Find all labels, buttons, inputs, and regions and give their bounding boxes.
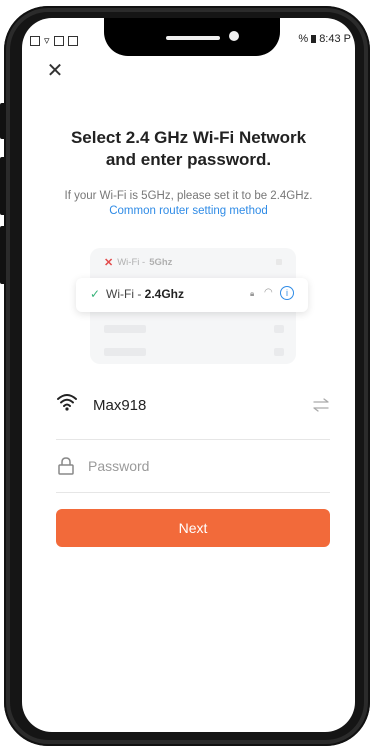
wifi-small-icon: ◠ (264, 287, 273, 298)
wifi-status-icon: ▿ (44, 35, 50, 47)
placeholder-bar (104, 348, 146, 356)
phone-notch (104, 18, 280, 56)
wifi-icon (57, 394, 77, 411)
app-screen (22, 18, 355, 732)
illustration-placeholder-icon (276, 259, 282, 265)
illustration-24ghz-prefix: Wi-Fi - (106, 287, 145, 301)
placeholder-bar (274, 325, 284, 333)
cross-icon: ✕ (104, 257, 114, 269)
divider (56, 492, 330, 493)
next-button[interactable]: Next (56, 509, 330, 547)
illustration-24ghz-band: 2.4Ghz (144, 287, 185, 301)
page-subtitle: If your Wi-Fi is 5GHz, please set it to … (64, 190, 313, 202)
status-time: 8:43 P (319, 33, 351, 45)
placeholder-bar (104, 325, 146, 333)
illustration-24ghz-card: ✓ Wi-Fi - 2.4Ghz 🔒︎ ◠ i (76, 278, 308, 312)
password-input[interactable] (88, 454, 318, 478)
speaker-grille (166, 36, 220, 40)
page-title-line2: and enter password. (105, 150, 272, 169)
illustration-5ghz-prefix: Wi-Fi - (117, 257, 146, 268)
wifi-name-field[interactable]: Max918 (93, 397, 146, 414)
page-title: Select 2.4 GHz Wi-Fi Network and enter p… (22, 127, 355, 171)
doc-icon (67, 35, 78, 46)
router-setting-link[interactable]: Common router setting method (22, 204, 355, 219)
page-title-line1: Select 2.4 GHz Wi-Fi Network (70, 128, 307, 147)
settings-icon (30, 35, 40, 46)
image-icon (53, 35, 64, 46)
lock-icon (58, 457, 74, 475)
divider (56, 439, 330, 440)
info-icon: i (280, 286, 294, 300)
close-icon[interactable]: ✕ (44, 60, 66, 82)
battery-icon (311, 35, 317, 43)
battery-percent: % (298, 33, 309, 45)
illustration-24ghz-label: Wi-Fi - 2.4Ghz (106, 287, 184, 301)
illustration-5ghz-band: 5Ghz (149, 257, 173, 268)
switch-network-icon[interactable] (312, 398, 330, 412)
illustration-5ghz-row: ✕ Wi-Fi - 5Ghz (104, 256, 172, 269)
check-icon: ✓ (90, 287, 101, 301)
status-bar-left: ▿ (30, 34, 78, 47)
front-camera (229, 31, 239, 41)
status-bar-right: % 8:43 P (298, 33, 351, 45)
placeholder-bar (274, 348, 284, 356)
lock-small-icon: 🔒︎ (250, 289, 255, 298)
